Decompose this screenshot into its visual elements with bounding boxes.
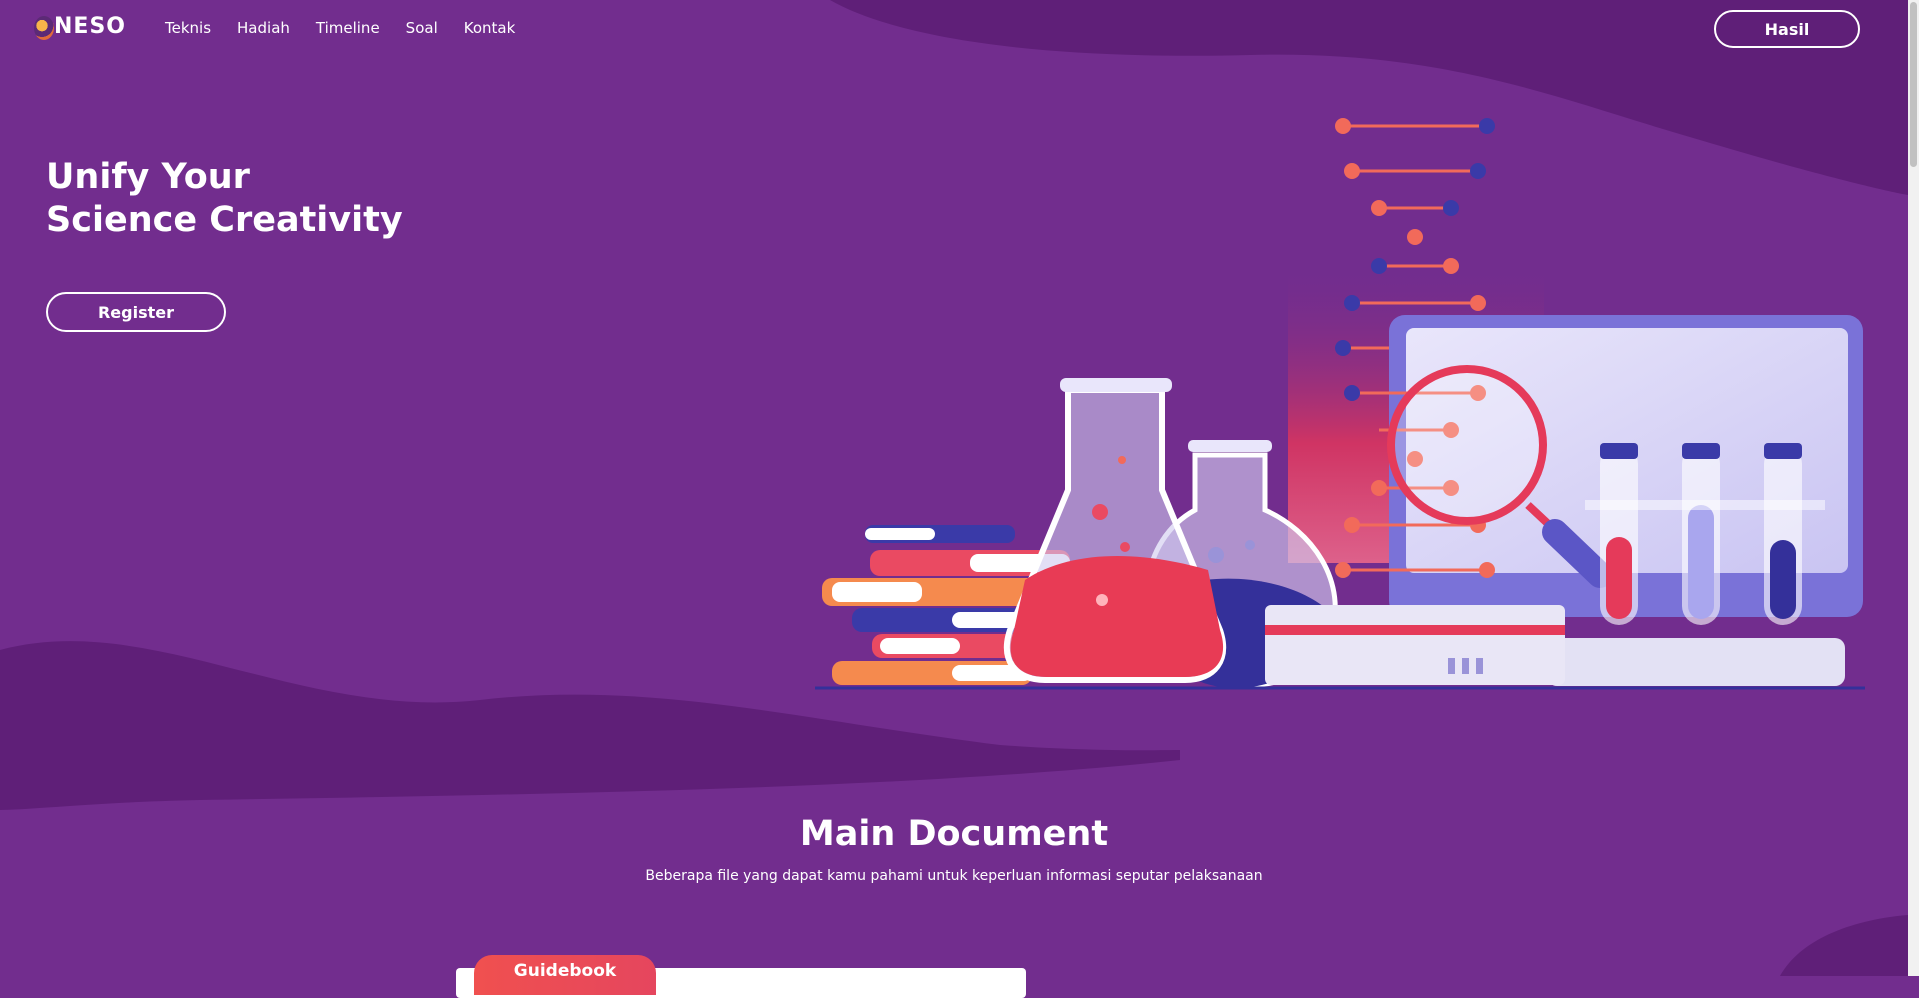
logo[interactable]: NESO [32,10,126,46]
neso-logo-icon [34,16,54,40]
hero-title-line2: Science Creativity [46,200,403,240]
section-title: Main Document [799,814,1109,854]
scrollbar[interactable] [1908,0,1919,976]
nav-link-hadiah[interactable]: Hadiah [237,19,290,37]
navbar: NESO Teknis Hadiah Timeline Soal Kontak … [0,0,1900,58]
register-button[interactable]: Register [46,292,226,332]
nav-link-kontak[interactable]: Kontak [464,19,516,37]
test-tubes [1585,443,1825,625]
hasil-button[interactable]: Hasil [1714,10,1860,48]
nav-links: Teknis Hadiah Timeline Soal Kontak [165,19,541,37]
logo-text: NESO [54,14,126,39]
science-lab-illustration [815,118,1865,690]
hero-title: Unify Your Science Creativity [46,156,403,242]
hero-title-line1: Unify Your [46,157,250,197]
section-subtitle: Beberapa file yang dapat kamu pahami unt… [645,868,1263,884]
nav-link-teknis[interactable]: Teknis [165,19,211,37]
nav-link-soal[interactable]: Soal [406,19,438,37]
nav-link-timeline[interactable]: Timeline [316,19,380,37]
guidebook-tab[interactable]: Guidebook [474,955,656,995]
scrollbar-thumb[interactable] [1910,2,1917,167]
